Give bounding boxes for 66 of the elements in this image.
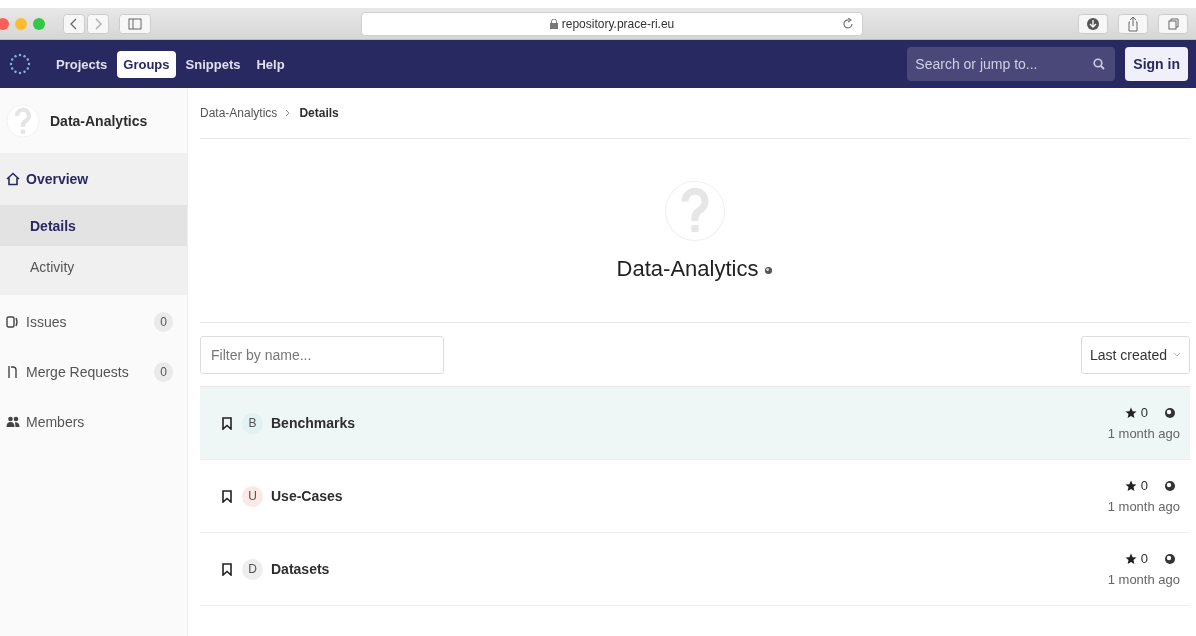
bookmark-icon[interactable] [222,416,232,430]
sidebar-subitem[interactable]: Activity [0,246,187,287]
globe-icon [1164,479,1176,492]
lock-icon [549,18,558,29]
nav-link[interactable]: Snippets [179,50,247,78]
project-row[interactable]: U Use-Cases 0 1 month ago [200,460,1190,533]
updated-time: 1 month ago [1107,499,1180,514]
globe-icon [764,266,774,275]
sidebar-subitem[interactable]: Details [0,205,187,246]
count-badge: 0 [154,362,173,382]
star-icon [1124,406,1137,419]
star-count: 0 [1140,405,1148,420]
globe-icon [1164,552,1176,565]
download-icon[interactable] [1078,13,1108,34]
address-bar[interactable]: repository.prace-ri.eu [361,11,863,36]
project-row[interactable]: D Datasets 0 1 month ago [200,533,1190,606]
nav-link[interactable]: Help [250,50,291,78]
project-avatar: D [242,558,263,580]
forward-icon[interactable] [87,13,109,34]
merge-request-icon [6,365,20,379]
close-window-icon[interactable] [0,17,9,30]
filter-field[interactable]: Filter by name... [200,335,444,374]
chevron-icon [285,109,292,117]
sort-dropdown[interactable]: Last created [1080,335,1190,374]
updated-time: 1 month ago [1107,426,1180,441]
search-field[interactable]: Search or jump to... [907,47,1116,81]
star-icon [1124,552,1137,565]
breadcrumb-link[interactable]: Details [299,106,339,120]
issues-icon [6,315,20,329]
sidebar-item[interactable]: Merge Requests 0 [0,347,187,397]
group-title: Data-Analytics [616,255,759,282]
home-icon [6,172,20,186]
back-icon[interactable] [63,13,85,34]
bookmark-icon[interactable] [222,562,232,576]
project-avatar: B [242,412,263,434]
sidebar-item[interactable]: Overview [0,153,187,205]
sidebar-toggle-icon[interactable] [119,13,151,34]
caret-icon [1173,352,1181,357]
star-count: 0 [1140,478,1148,493]
placeholder-avatar-icon [6,103,40,138]
members-icon [6,415,20,429]
project-row[interactable]: B Benchmarks 0 1 month ago [200,387,1190,460]
search-icon [1093,58,1106,70]
placeholder-avatar-icon [664,179,726,242]
star-count: 0 [1140,551,1148,566]
reload-icon[interactable] [842,17,854,30]
sidebar-item[interactable]: Issues 0 [0,297,187,347]
tabs-icon[interactable] [1158,13,1188,34]
project-name[interactable]: Use-Cases [271,488,343,504]
star-icon [1124,479,1137,492]
nav-link[interactable]: Groups [117,50,176,78]
project-name[interactable]: Datasets [271,561,330,577]
nav-link[interactable]: Projects [50,50,114,78]
updated-time: 1 month ago [1107,572,1180,587]
breadcrumb-link[interactable]: Data-Analytics [200,106,278,120]
globe-icon [1164,406,1176,419]
bookmark-icon[interactable] [222,489,232,503]
project-name[interactable]: Benchmarks [271,415,356,431]
project-avatar: U [242,485,263,507]
url-text: repository.prace-ri.eu [561,16,675,31]
stars-logo-icon[interactable] [8,52,32,76]
sidebar-item[interactable]: Members [0,397,187,447]
count-badge: 0 [154,312,173,332]
group-name: Data-Analytics [50,112,148,129]
sign-in-button[interactable]: Sign in [1125,47,1188,81]
share-icon[interactable] [1118,13,1148,34]
